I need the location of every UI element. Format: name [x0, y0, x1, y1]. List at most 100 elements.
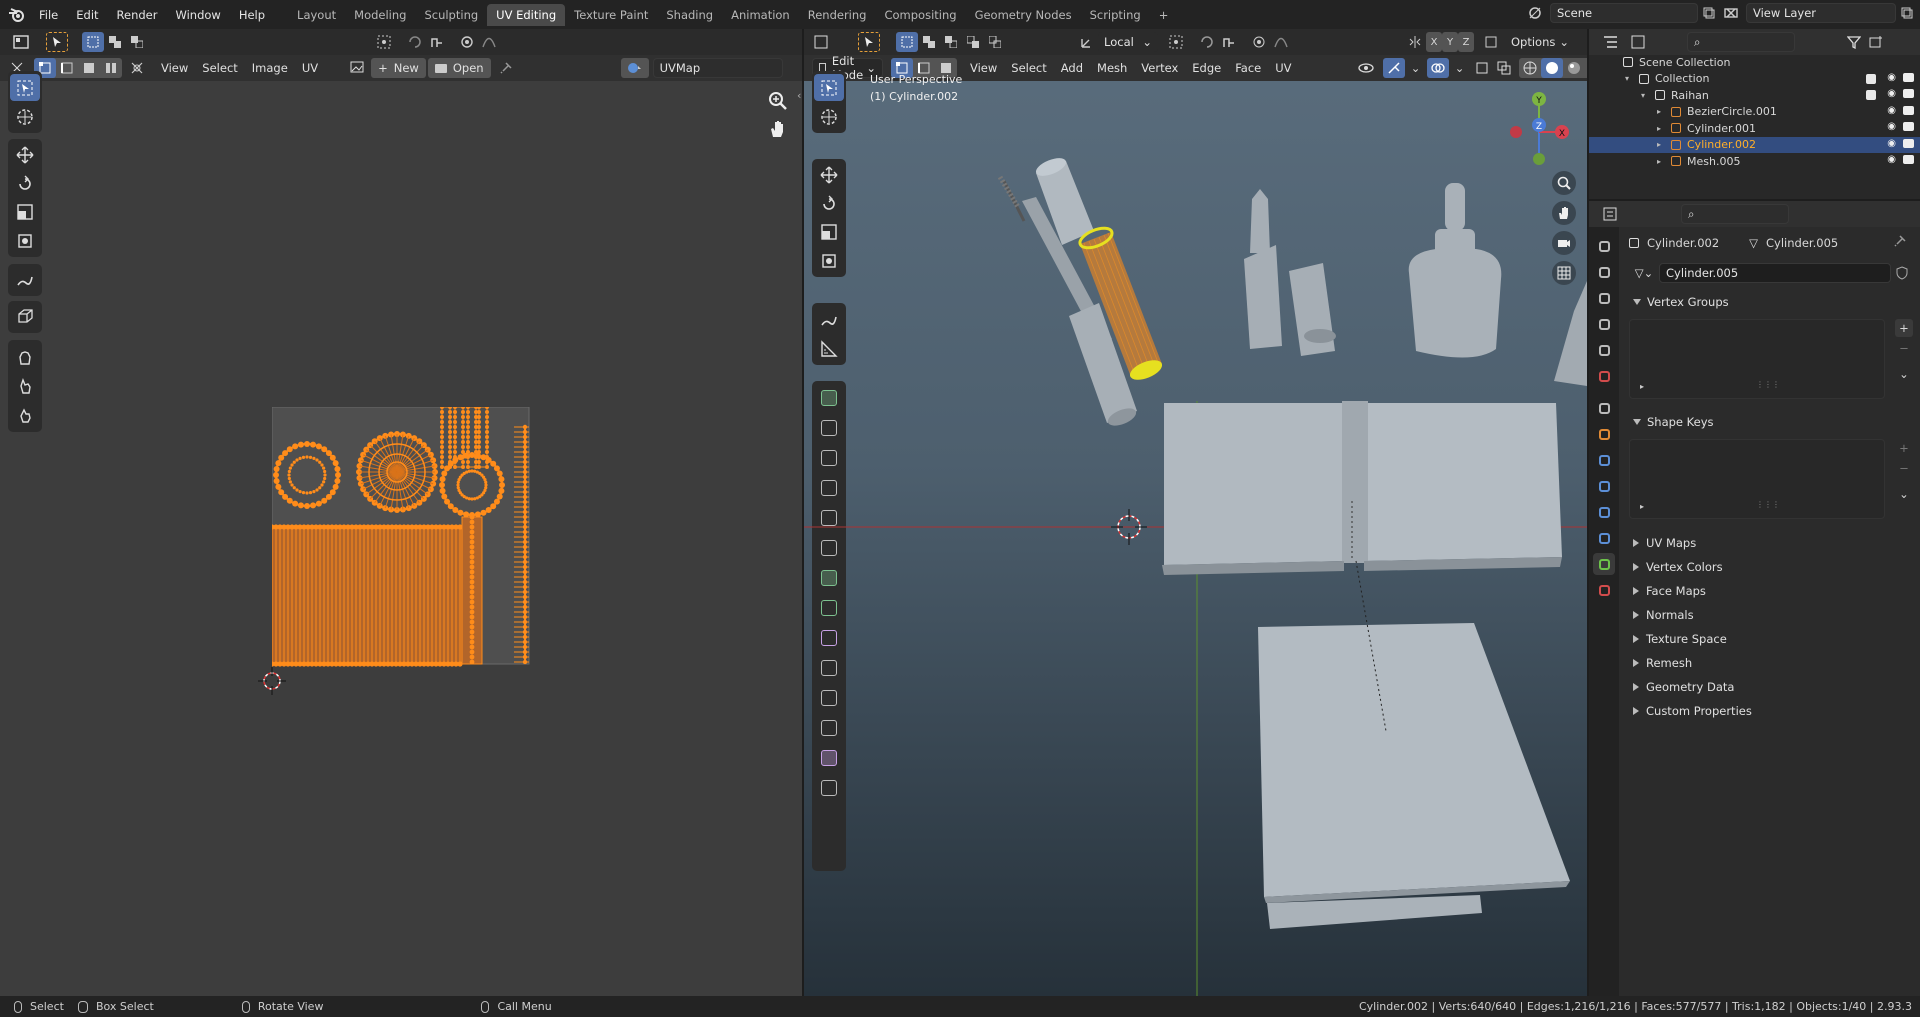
viewport-select-menu[interactable]: Select: [1004, 58, 1053, 78]
world-tab-icon[interactable]: [1593, 365, 1615, 387]
closed-book-object[interactable]: [1258, 560, 1570, 929]
tab-scripting[interactable]: Scripting: [1081, 4, 1150, 26]
scene-icon[interactable]: [1524, 3, 1546, 23]
viewport-add-menu[interactable]: Add: [1054, 58, 1090, 78]
tab-uv-editing[interactable]: UV Editing: [487, 3, 566, 26]
zoom-icon[interactable]: [768, 91, 788, 114]
physics-tab-icon[interactable]: [1593, 501, 1615, 523]
menu-window[interactable]: Window: [166, 4, 229, 26]
modifier-icon[interactable]: [1866, 123, 1876, 133]
tool-tab-icon[interactable]: [1593, 235, 1615, 257]
viewport-editor-type-icon[interactable]: [808, 32, 836, 52]
pan-hand-icon[interactable]: [768, 119, 788, 142]
panel-closed[interactable]: Texture Space: [1625, 627, 1920, 651]
panel-closed[interactable]: Face Maps: [1625, 579, 1920, 603]
panel-shape-keys[interactable]: Shape Keys: [1625, 411, 1920, 433]
viewport-select-extend-icon[interactable]: [918, 32, 940, 52]
view-layer-tab-icon[interactable]: [1593, 313, 1615, 335]
render-camera-icon[interactable]: [1903, 122, 1914, 131]
menu-help[interactable]: Help: [230, 4, 274, 26]
shape-key-menu-icon[interactable]: ⌄: [1895, 485, 1913, 503]
shape-keys-list[interactable]: ▸ ⋮⋮⋮: [1629, 439, 1885, 519]
viewport-select-intersect-icon[interactable]: [984, 32, 1006, 52]
outliner-search-input[interactable]: ⌕: [1687, 32, 1795, 52]
remove-shape-key-button[interactable]: −: [1895, 459, 1913, 477]
filter-icon[interactable]: [1843, 32, 1865, 52]
collection-tab-icon[interactable]: [1593, 397, 1615, 419]
panel-closed[interactable]: Normals: [1625, 603, 1920, 627]
visibility-eye-icon[interactable]: ◉: [1887, 88, 1896, 99]
grab-tool[interactable]: [10, 343, 40, 370]
viewport-view-menu[interactable]: View: [963, 58, 1004, 78]
viewport-select-box-icon[interactable]: [858, 32, 880, 52]
modifier-icon[interactable]: [1866, 156, 1876, 166]
render-camera-icon[interactable]: [1903, 105, 1914, 115]
editor-type-icon[interactable]: [8, 32, 36, 52]
vertex-groups-list[interactable]: ▸ ⋮⋮⋮: [1629, 319, 1885, 399]
2d-cursor-icon[interactable]: [257, 666, 287, 699]
transform-tool[interactable]: [10, 228, 40, 255]
panel-closed[interactable]: Custom Properties: [1625, 699, 1920, 723]
panel-closed[interactable]: Vertex Colors: [1625, 555, 1920, 579]
gizmo-neg-x-handle[interactable]: [1510, 126, 1522, 138]
partial-object-right[interactable]: [1554, 281, 1587, 386]
material-tab-icon[interactable]: [1593, 579, 1615, 601]
scale-tool[interactable]: [10, 199, 40, 226]
disclosure-triangle-icon[interactable]: ▸: [1657, 157, 1669, 166]
mesh-browse-icon[interactable]: ▽⌄: [1629, 263, 1659, 283]
mirror-x-button[interactable]: X: [1426, 32, 1442, 52]
viewport-select-new-icon[interactable]: [896, 32, 918, 52]
exclude-checkbox[interactable]: [1866, 90, 1876, 100]
xray-toggle-icon[interactable]: [1493, 58, 1515, 78]
pinch-tool[interactable]: [10, 402, 40, 429]
mesh-name-field[interactable]: Cylinder.005: [1659, 263, 1891, 283]
add-shape-key-button[interactable]: +: [1895, 439, 1913, 457]
viewport-proportional-icon[interactable]: [1248, 32, 1270, 52]
viewport-face-menu[interactable]: Face: [1228, 58, 1268, 78]
render-camera-icon[interactable]: [1903, 138, 1914, 148]
overlay-toggle-icon[interactable]: [1426, 58, 1449, 78]
viewport-snap-target-icon[interactable]: [1218, 32, 1240, 52]
pivot-icon[interactable]: [374, 32, 396, 52]
tab-texture-paint[interactable]: Texture Paint: [565, 4, 657, 26]
menu-edit[interactable]: Edit: [67, 4, 107, 26]
properties-pin-icon[interactable]: [1894, 235, 1906, 250]
visibility-eye-icon[interactable]: ◉: [1887, 121, 1896, 132]
cursor-tool[interactable]: [10, 103, 40, 130]
uv-sync-icon[interactable]: [404, 32, 426, 52]
vp-perspective-grid-icon[interactable]: [1552, 261, 1576, 285]
panel-closed[interactable]: UV Maps: [1625, 531, 1920, 555]
uv-image-menu[interactable]: Image: [245, 58, 295, 78]
modifier-icon[interactable]: [1866, 140, 1876, 150]
disclosure-triangle-icon[interactable]: ▸: [1657, 124, 1669, 133]
uv-uv-menu[interactable]: UV: [295, 58, 325, 78]
selectability-eye-icon[interactable]: [1355, 58, 1377, 78]
outliner-row[interactable]: ▸ Mesh.005 ◉: [1589, 153, 1920, 170]
tab-rendering[interactable]: Rendering: [799, 4, 876, 26]
properties-editor-type-icon[interactable]: [1597, 204, 1625, 224]
orientation-dropdown[interactable]: Local ⌄: [1098, 32, 1158, 52]
constraint-tab-icon[interactable]: [1593, 527, 1615, 549]
bottle-object[interactable]: [1408, 183, 1502, 358]
exclude-checkbox[interactable]: [1866, 73, 1876, 84]
rip-region-tool[interactable]: [10, 304, 40, 330]
fake-user-shield-icon[interactable]: [1891, 263, 1913, 283]
uv-select-menu[interactable]: Select: [195, 58, 244, 78]
particles-tab-icon[interactable]: [1593, 475, 1615, 497]
viewport-pivot-icon[interactable]: [1166, 32, 1188, 52]
visibility-eye-icon[interactable]: ◉: [1887, 72, 1896, 83]
disclosure-triangle-icon[interactable]: ▾: [1641, 91, 1653, 100]
select-extend-icon[interactable]: [104, 32, 126, 52]
falloff-icon[interactable]: [478, 32, 500, 52]
vertex-group-menu-icon[interactable]: ⌄: [1895, 365, 1913, 383]
viewport-select-invert-icon[interactable]: [962, 32, 984, 52]
add-vertex-group-button[interactable]: +: [1895, 319, 1913, 337]
tab-shading[interactable]: Shading: [657, 4, 722, 26]
uvmap-field[interactable]: UVMap: [652, 58, 783, 78]
relax-tool[interactable]: [10, 372, 40, 399]
new-collection-icon[interactable]: [1865, 32, 1887, 52]
tab-layout[interactable]: Layout: [288, 4, 345, 26]
edit-overlay-icon[interactable]: [1471, 58, 1493, 78]
modifier-icon[interactable]: [1866, 107, 1876, 117]
orientation-icon[interactable]: [1076, 32, 1098, 52]
